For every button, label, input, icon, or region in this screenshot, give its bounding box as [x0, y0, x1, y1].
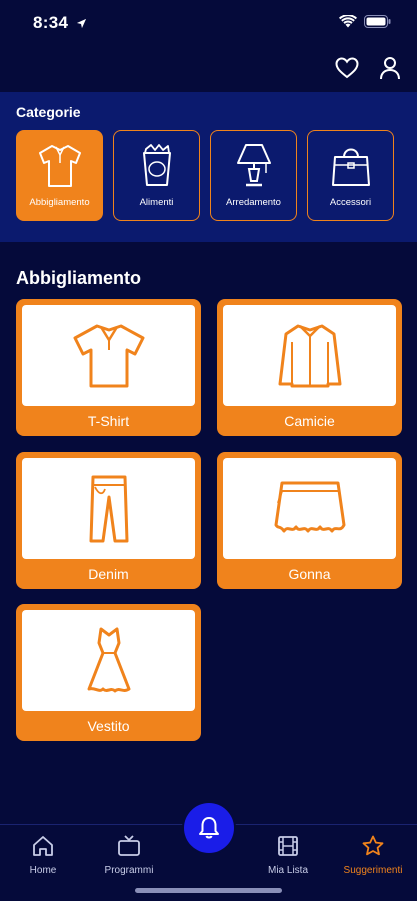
food-bag-icon [142, 144, 171, 186]
tshirt-icon [73, 324, 144, 387]
location-arrow-icon [76, 16, 87, 34]
top-actions [0, 46, 417, 90]
category-accessori[interactable]: Accessori [307, 130, 394, 221]
handbag-icon [331, 148, 370, 186]
product-label: Camicie [284, 413, 335, 429]
category-alimenti[interactable]: Alimenti [113, 130, 200, 221]
tab-label: Mia Lista [267, 865, 308, 876]
profile-user-icon[interactable] [376, 54, 404, 82]
section-title: Abbigliamento [16, 268, 141, 288]
product-gonna[interactable]: Gonna [217, 452, 402, 589]
category-arredamento[interactable]: Arredamento [210, 130, 297, 221]
tab-home[interactable]: Home [0, 835, 88, 876]
category-label: Abbigliamento [29, 197, 90, 208]
product-label: T-Shirt [87, 413, 130, 429]
product-label: Denim [88, 566, 129, 582]
category-label: Alimenti [139, 197, 174, 208]
star-icon [362, 835, 384, 856]
category-abbigliamento[interactable]: Abbigliamento [16, 130, 103, 221]
lamp-icon [236, 144, 271, 187]
shirt-icon [38, 145, 81, 187]
categories-panel: Categorie Abbigliamento Alimenti Arredam… [0, 92, 417, 242]
status-bar: 8:34 [0, 0, 417, 46]
status-time: 8:34 [33, 13, 69, 32]
favorites-heart-icon[interactable] [333, 54, 361, 82]
tab-label: Suggerimenti [343, 865, 403, 876]
tab-programmi[interactable]: Programmi [84, 835, 174, 876]
category-label: Arredamento [226, 197, 281, 208]
product-label: Gonna [288, 566, 331, 582]
product-camicie[interactable]: Camicie [217, 299, 402, 436]
jeans-icon [89, 475, 128, 542]
tab-label: Home [29, 865, 57, 876]
dress-shirt-icon [278, 324, 341, 387]
bell-icon [199, 817, 219, 839]
notifications-button[interactable] [184, 803, 234, 853]
home-indicator [135, 888, 282, 893]
product-label: Vestito [87, 718, 130, 734]
tab-suggerimenti[interactable]: Suggerimenti [328, 835, 417, 876]
wifi-icon [339, 14, 357, 33]
dress-icon [87, 627, 130, 692]
product-denim[interactable]: Denim [16, 452, 201, 589]
home-icon [33, 836, 53, 856]
categories-title: Categorie [16, 104, 81, 120]
film-icon [278, 836, 298, 856]
product-tshirt[interactable]: T-Shirt [16, 299, 201, 436]
product-vestito[interactable]: Vestito [16, 604, 201, 741]
category-label: Accessori [329, 197, 372, 208]
tab-label: Programmi [104, 865, 154, 876]
battery-icon [364, 15, 391, 33]
tv-icon [118, 835, 140, 856]
tab-mia-lista[interactable]: Mia Lista [243, 835, 333, 876]
skirt-icon [274, 481, 345, 532]
